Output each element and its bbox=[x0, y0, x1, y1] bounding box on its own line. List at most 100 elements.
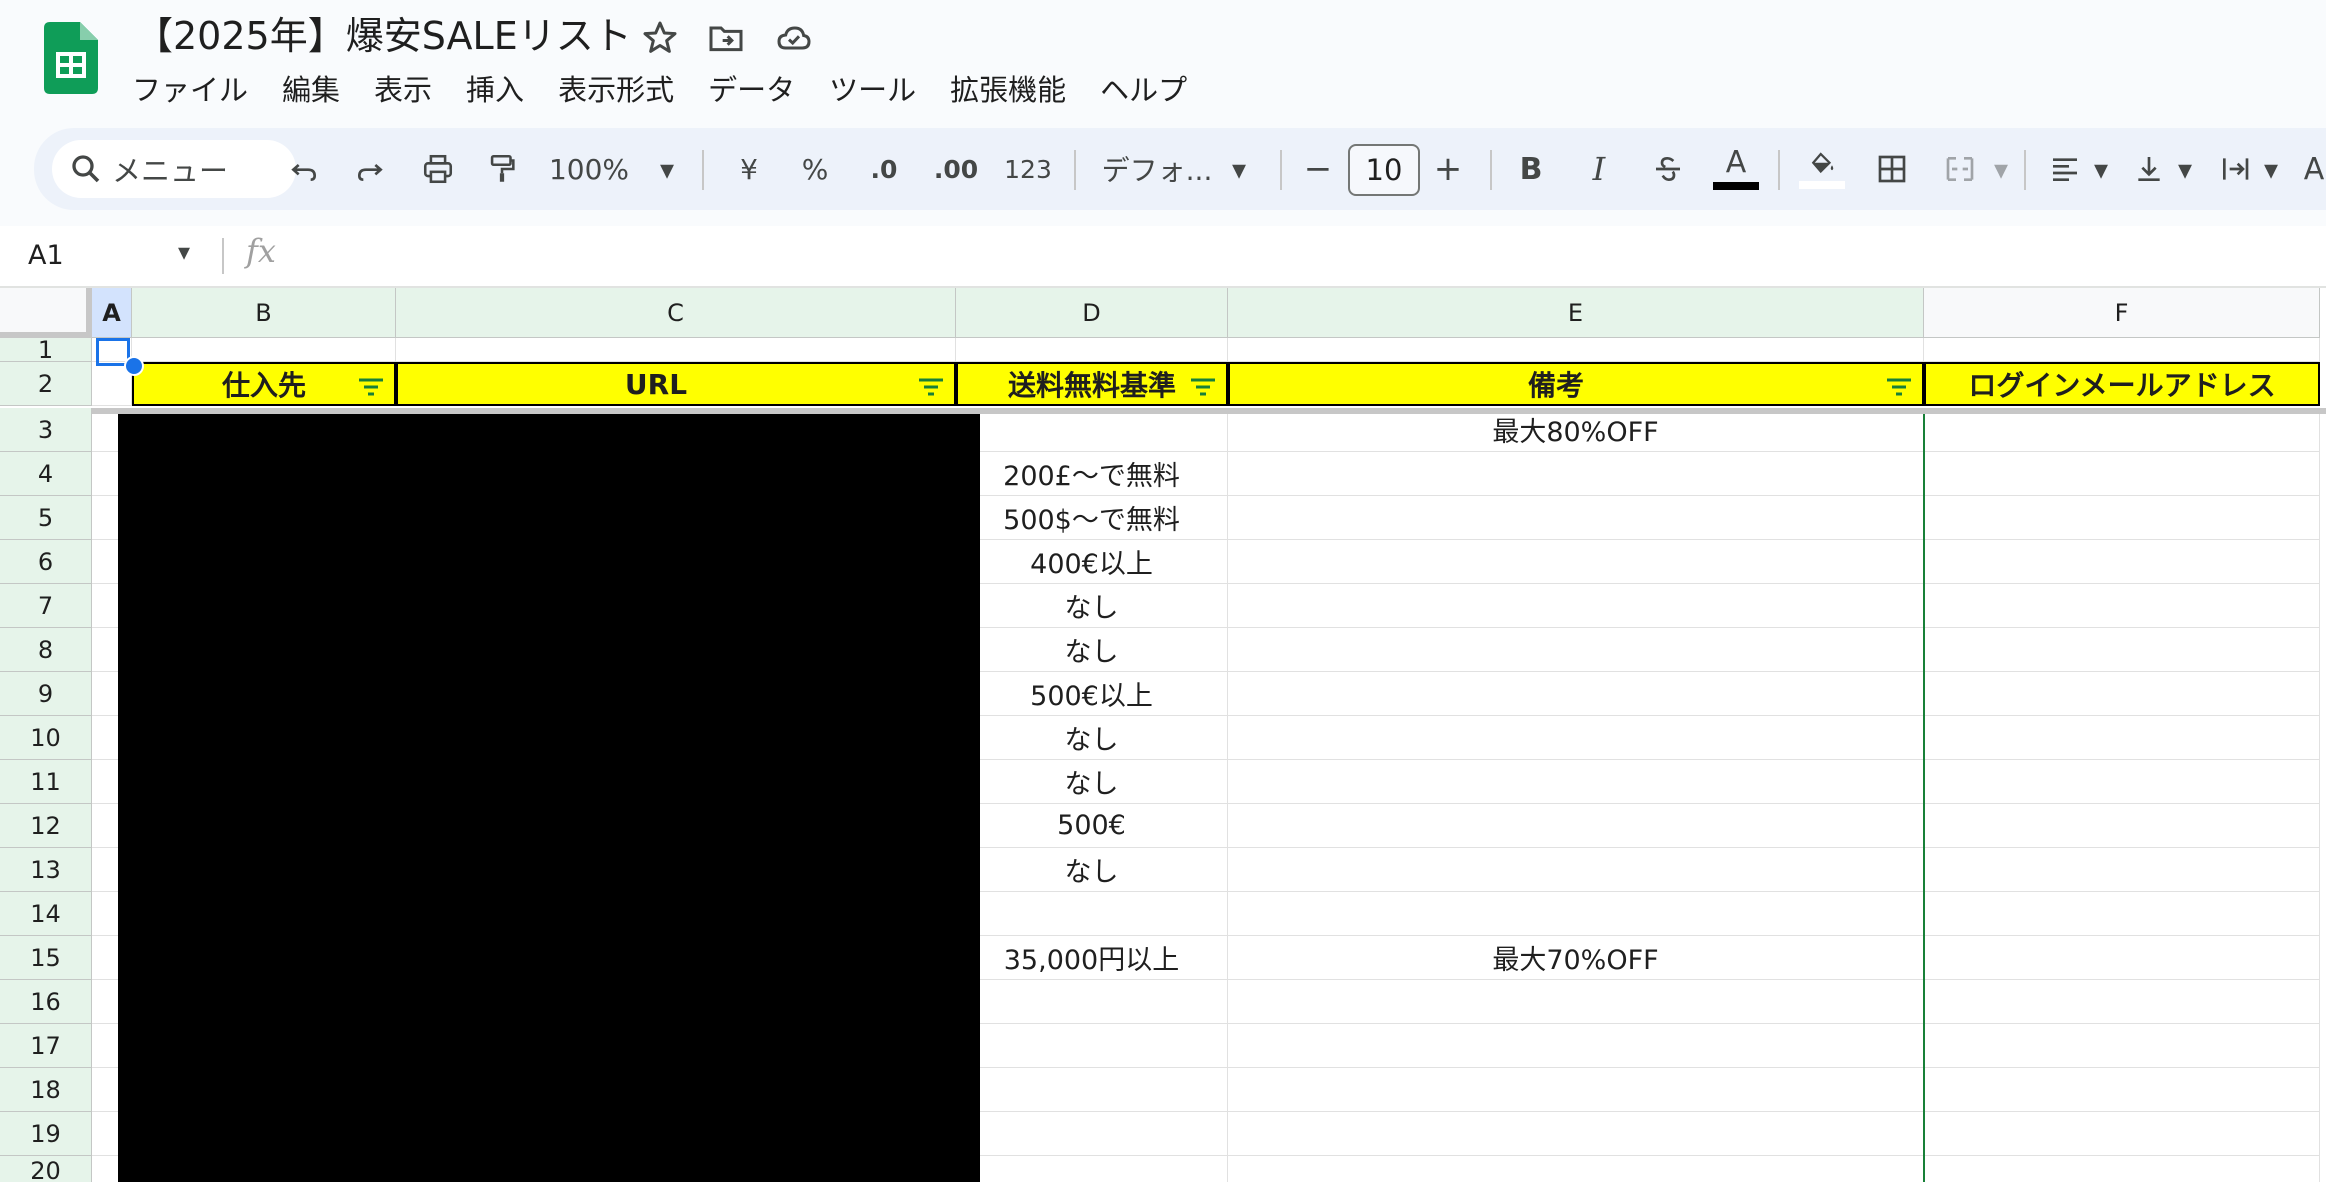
row-header[interactable]: 7 bbox=[0, 584, 92, 628]
grid-cell[interactable] bbox=[1924, 672, 2320, 716]
row-header[interactable]: 16 bbox=[0, 980, 92, 1024]
row-header[interactable]: 4 bbox=[0, 452, 92, 496]
grid-cell[interactable] bbox=[1924, 628, 2320, 672]
grid-cell[interactable]: 最大80%OFF bbox=[1228, 408, 1924, 452]
row-header[interactable]: 2 bbox=[0, 362, 92, 406]
grid-cell[interactable] bbox=[1228, 760, 1924, 804]
filter-icon[interactable] bbox=[1884, 376, 1914, 398]
column-header-e[interactable]: E bbox=[1228, 288, 1924, 338]
grid-cell[interactable] bbox=[396, 338, 956, 362]
grid-cell[interactable] bbox=[1228, 628, 1924, 672]
bold-button[interactable]: B bbox=[1506, 128, 1556, 210]
column-header-f[interactable]: F bbox=[1924, 288, 2320, 338]
font-size-decrease-button[interactable]: − bbox=[1294, 128, 1342, 210]
menu-format[interactable]: 表示形式 bbox=[541, 68, 691, 112]
grid-cell[interactable]: 400€以上 bbox=[956, 540, 1228, 584]
row-header[interactable]: 11 bbox=[0, 760, 92, 804]
zoom-value[interactable]: 100% bbox=[544, 128, 634, 210]
grid-cell[interactable] bbox=[1228, 848, 1924, 892]
text-color-button[interactable]: A bbox=[1708, 128, 1764, 210]
align-dropdown-icon[interactable]: ▾ bbox=[2088, 128, 2114, 210]
strikethrough-button[interactable] bbox=[1640, 128, 1696, 210]
grid-cell[interactable] bbox=[1924, 980, 2320, 1024]
italic-button[interactable]: I bbox=[1574, 128, 1624, 210]
selection-handle[interactable] bbox=[124, 356, 144, 376]
grid-cell[interactable] bbox=[956, 980, 1228, 1024]
grid-cell[interactable] bbox=[956, 408, 1228, 452]
filter-icon[interactable] bbox=[356, 376, 386, 398]
grid-cell[interactable]: 35,000円以上 bbox=[956, 936, 1228, 980]
merge-dropdown-icon[interactable]: ▾ bbox=[1988, 128, 2014, 210]
row-header[interactable]: 8 bbox=[0, 628, 92, 672]
grid-cell[interactable] bbox=[1228, 338, 1924, 362]
grid-cell[interactable] bbox=[1228, 1024, 1924, 1068]
row-header[interactable]: 13 bbox=[0, 848, 92, 892]
filter-icon[interactable] bbox=[916, 376, 946, 398]
grid-cell[interactable] bbox=[1924, 892, 2320, 936]
row-header[interactable]: 17 bbox=[0, 1024, 92, 1068]
grid-cell[interactable] bbox=[956, 892, 1228, 936]
font-family-select[interactable]: デフォ... bbox=[1092, 128, 1222, 210]
valign-dropdown-icon[interactable]: ▾ bbox=[2172, 128, 2198, 210]
grid-cell[interactable] bbox=[1228, 1156, 1924, 1182]
row-header[interactable]: 5 bbox=[0, 496, 92, 540]
column-header-c[interactable]: C bbox=[396, 288, 956, 338]
row-header[interactable]: 12 bbox=[0, 804, 92, 848]
row-header[interactable]: 10 bbox=[0, 716, 92, 760]
name-box[interactable]: A1 bbox=[28, 234, 64, 278]
menu-file[interactable]: ファイル bbox=[132, 68, 265, 112]
grid-cell[interactable] bbox=[1924, 760, 2320, 804]
header-cell-f[interactable]: ログインメールアドレス bbox=[1924, 362, 2320, 406]
grid-cell[interactable] bbox=[132, 338, 396, 362]
sheets-logo-icon[interactable] bbox=[44, 22, 98, 94]
grid-cell[interactable] bbox=[1924, 1068, 2320, 1112]
formula-input[interactable] bbox=[300, 232, 2300, 280]
increase-decimal-button[interactable]: .00 bbox=[924, 128, 988, 210]
paint-format-button[interactable] bbox=[474, 128, 530, 210]
grid-cell[interactable] bbox=[1924, 716, 2320, 760]
menu-extensions[interactable]: 拡張機能 bbox=[933, 68, 1083, 112]
row-header[interactable]: 3 bbox=[0, 408, 92, 452]
grid-cell[interactable] bbox=[1228, 892, 1924, 936]
menu-help[interactable]: ヘルプ bbox=[1083, 68, 1204, 112]
menu-view[interactable]: 表示 bbox=[357, 68, 449, 112]
grid-cell[interactable] bbox=[956, 1156, 1228, 1182]
vertical-align-button[interactable] bbox=[2124, 128, 2174, 210]
currency-format-button[interactable]: ¥ bbox=[724, 128, 774, 210]
fill-color-button[interactable] bbox=[1792, 128, 1852, 210]
menu-edit[interactable]: 編集 bbox=[265, 68, 357, 112]
select-all-corner[interactable] bbox=[0, 288, 92, 338]
row-header[interactable]: 18 bbox=[0, 1068, 92, 1112]
grid-cell[interactable] bbox=[956, 1112, 1228, 1156]
grid-cell[interactable] bbox=[1228, 540, 1924, 584]
grid-cell[interactable] bbox=[956, 338, 1228, 362]
wrap-dropdown-icon[interactable]: ▾ bbox=[2258, 128, 2284, 210]
number-format-button[interactable]: 123 bbox=[996, 128, 1060, 210]
grid-cell[interactable] bbox=[956, 1068, 1228, 1112]
menu-data[interactable]: データ bbox=[691, 68, 812, 112]
grid-cell[interactable] bbox=[1924, 848, 2320, 892]
grid-cell[interactable] bbox=[1228, 672, 1924, 716]
grid-cell[interactable] bbox=[1924, 496, 2320, 540]
borders-button[interactable] bbox=[1864, 128, 1920, 210]
text-wrapping-button[interactable] bbox=[2210, 128, 2260, 210]
grid-cell[interactable] bbox=[1228, 584, 1924, 628]
grid-cell[interactable] bbox=[1228, 1112, 1924, 1156]
row-header[interactable]: 20 bbox=[0, 1156, 92, 1182]
row-header[interactable]: 15 bbox=[0, 936, 92, 980]
row-header[interactable]: 9 bbox=[0, 672, 92, 716]
header-cell-c[interactable]: URL bbox=[396, 362, 956, 406]
menu-tools[interactable]: ツール bbox=[812, 68, 933, 112]
grid-cell[interactable] bbox=[1924, 584, 2320, 628]
header-cell-b[interactable]: 仕入先 bbox=[132, 362, 396, 406]
font-dropdown-icon[interactable]: ▾ bbox=[1224, 128, 1254, 210]
grid-cell[interactable]: なし bbox=[956, 848, 1228, 892]
merge-cells-button[interactable] bbox=[1932, 128, 1988, 210]
grid-cell[interactable] bbox=[1924, 338, 2320, 362]
header-cell-d[interactable]: 送料無料基準 bbox=[956, 362, 1228, 406]
grid-cell[interactable] bbox=[1924, 540, 2320, 584]
row-header[interactable]: 14 bbox=[0, 892, 92, 936]
menu-search[interactable]: メニュー bbox=[52, 140, 296, 198]
grid-cell[interactable]: なし bbox=[956, 716, 1228, 760]
zoom-dropdown-icon[interactable]: ▾ bbox=[652, 128, 682, 210]
